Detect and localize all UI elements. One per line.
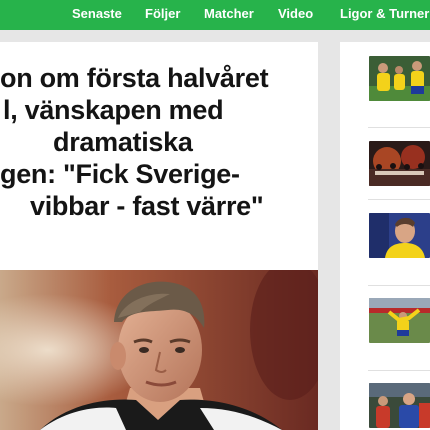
related-article-thumbnail[interactable] xyxy=(369,383,430,428)
headline-line: vibbar - fast värre" xyxy=(30,191,264,221)
article-headline[interactable]: on om första halvåret l, vänskapen med d… xyxy=(0,62,318,222)
thumbnail-divider xyxy=(368,285,430,286)
top-navigation-bar: Senaste Följer Matcher Video Ligor & Tur… xyxy=(0,0,430,30)
nav-item-matcher[interactable]: Matcher xyxy=(204,6,254,21)
headline-line: l, vänskapen med xyxy=(3,95,224,125)
related-article-thumbnail[interactable] xyxy=(369,213,430,258)
related-article-thumbnail[interactable] xyxy=(369,141,430,186)
nav-item-video[interactable]: Video xyxy=(278,6,313,21)
article-hero-image[interactable] xyxy=(0,270,318,430)
related-article-thumbnail[interactable] xyxy=(369,56,430,101)
nav-item-foljer[interactable]: Följer xyxy=(145,6,180,21)
headline-line: dramatiska xyxy=(53,127,193,157)
thumbnail-divider xyxy=(368,370,430,371)
nav-item-ligor-turneringar[interactable]: Ligor & Turnering xyxy=(340,6,430,21)
article-card: on om första halvåret l, vänskapen med d… xyxy=(0,42,318,430)
thumbnail-divider xyxy=(368,127,430,128)
related-article-thumbnail[interactable] xyxy=(369,298,430,343)
headline-line: on om första halvåret xyxy=(0,63,269,93)
thumbnail-divider xyxy=(368,199,430,200)
nav-item-senaste[interactable]: Senaste xyxy=(72,6,122,21)
headline-line: gen: "Fick Sverige- xyxy=(0,159,240,189)
